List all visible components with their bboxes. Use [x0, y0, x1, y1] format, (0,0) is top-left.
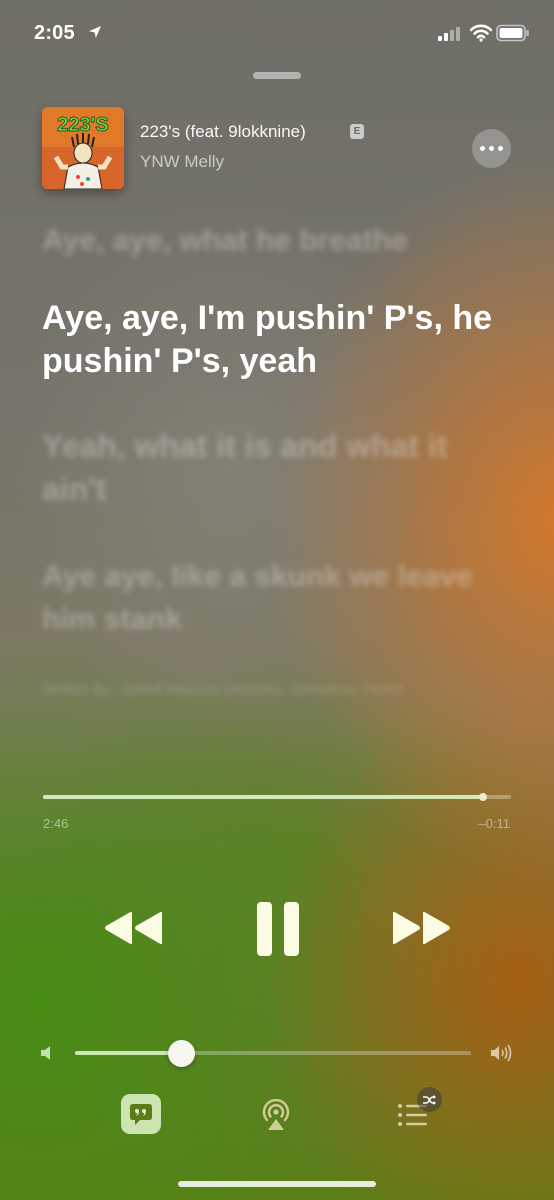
lyrics-toggle-button[interactable]: [121, 1094, 161, 1134]
artist-name[interactable]: YNW Melly: [140, 152, 224, 172]
shuffle-badge: [417, 1087, 442, 1112]
more-options-button[interactable]: [472, 129, 511, 168]
ellipsis-dot: [498, 146, 503, 151]
remaining-time: –0:11: [478, 816, 510, 831]
lyrics-quote-icon: [130, 1104, 152, 1125]
lyric-line-previous[interactable]: Aye, aye, what he breathe: [42, 219, 512, 262]
home-indicator[interactable]: [178, 1181, 376, 1187]
battery-icon: [496, 24, 529, 42]
volume-high-icon: [491, 1044, 512, 1062]
fast-forward-icon: [393, 911, 450, 945]
album-artwork-image: 223'S: [42, 107, 124, 189]
cellular-signal-icon: [438, 27, 460, 41]
volume-slider-knob[interactable]: [168, 1040, 196, 1067]
fast-forward-button[interactable]: [387, 905, 455, 951]
ellipsis-dot: [489, 146, 494, 151]
elapsed-time: 2:46: [43, 816, 69, 831]
rewind-icon: [105, 911, 162, 945]
airplay-audio-button[interactable]: [259, 1098, 293, 1132]
status-time: 2:05: [34, 22, 75, 44]
progress-scrubber[interactable]: [478, 793, 487, 801]
lyric-line-next[interactable]: Aye aye, like a skunk we leave him stank: [42, 555, 512, 641]
wifi-icon: [470, 24, 492, 42]
artwork-text: 223'S: [57, 114, 108, 136]
sheet-grabber[interactable]: [253, 72, 301, 79]
progress-fill: [43, 795, 483, 799]
lyric-line-current[interactable]: Aye, aye, I'm pushin' P's, he pushin' P'…: [42, 297, 512, 383]
shuffle-icon: [423, 1094, 436, 1105]
location-arrow-icon: [89, 26, 101, 38]
rewind-button[interactable]: [100, 905, 168, 951]
pause-icon: [257, 902, 299, 956]
volume-fill: [75, 1051, 182, 1055]
volume-low-icon: [41, 1046, 50, 1060]
lyric-line-next[interactable]: Yeah, what it is and what it ain't: [42, 425, 512, 511]
song-title: 223's (feat. 9lokknine): [140, 122, 306, 141]
album-artwork[interactable]: 223'S: [42, 107, 124, 189]
pause-button[interactable]: [248, 900, 308, 958]
ellipsis-icon: [480, 146, 485, 151]
lyrics-credits: Written By: Jamell Maurice Demons, Johna…: [42, 681, 404, 698]
now-playing-screen: 2:05 223'S 223's (feat. 9lokknine) E YNW…: [0, 0, 554, 1200]
explicit-badge: E: [350, 124, 364, 139]
